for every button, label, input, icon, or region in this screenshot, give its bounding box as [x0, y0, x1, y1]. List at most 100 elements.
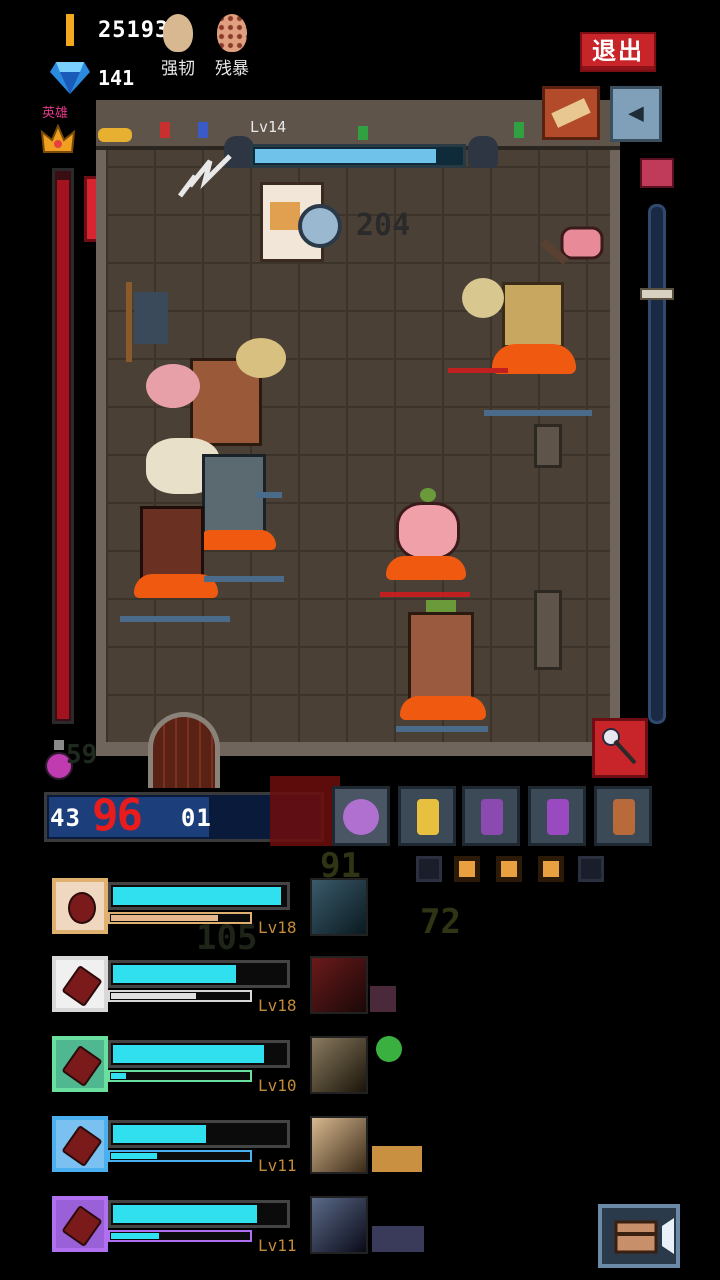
player-damage-text: 96: [92, 790, 143, 841]
enemy-health-bar: [120, 616, 230, 622]
winged-axe-icon: [61, 1124, 103, 1168]
skill-exp-bar: [108, 1150, 252, 1162]
wave-dot-active: [538, 856, 564, 882]
skill-level: Lv10: [258, 1076, 297, 1095]
skill-exp-fill: [111, 915, 219, 921]
skill-charge-fill: [113, 887, 282, 905]
skill-slot[interactable]: [52, 956, 108, 1012]
boss-sprite: [254, 176, 346, 274]
enemy-health-bar: [380, 592, 470, 597]
spotted-egg-icon: [217, 14, 247, 52]
lightning-effect: [170, 146, 240, 216]
sword-icon: [417, 799, 439, 835]
skill-level: Lv11: [258, 1236, 297, 1255]
skill-effect-thumbnail: [310, 1196, 368, 1254]
treasure-chest-icon[interactable]: [640, 158, 674, 188]
potion-count: 59: [66, 740, 98, 770]
exit-button[interactable]: 退出: [580, 32, 656, 72]
skill-charge-fill: [113, 965, 236, 983]
gem-amount: 141: [98, 66, 135, 90]
weapon-slot[interactable]: [462, 786, 520, 846]
hero-label: 英雄: [42, 106, 69, 121]
scroll-button[interactable]: [542, 86, 600, 140]
wave-dot-active: [454, 856, 480, 882]
skill-level: Lv18: [258, 918, 297, 937]
hero-gauge: [52, 168, 74, 724]
key-icon: [98, 128, 132, 142]
skill-slot[interactable]: [52, 878, 108, 934]
skill-slot[interactable]: [52, 1116, 108, 1172]
stone-pillar: [534, 590, 562, 670]
buff-brutal: 残暴: [202, 14, 262, 79]
skill-exp-bar: [108, 1230, 252, 1242]
skill-charge-bar: [108, 1040, 290, 1068]
skill-exp-bar: [108, 1070, 252, 1082]
skill-effect-thumbnail: [310, 956, 368, 1014]
buff-tough: 强韧: [148, 14, 208, 79]
red-gem-icon: [68, 892, 96, 924]
weapon-slot[interactable]: [332, 786, 390, 846]
enemy-brown: [134, 486, 218, 602]
weapon-slot[interactable]: [594, 786, 652, 846]
enemy-pink-blob: [386, 488, 466, 586]
wand-icon: [602, 728, 637, 765]
skill-slot[interactable]: [52, 1196, 108, 1252]
spear-icon: [61, 964, 103, 1008]
floating-damage: 105: [196, 918, 258, 958]
skill-charge-fill: [113, 1125, 206, 1143]
enemy-horned-orc: [462, 258, 582, 384]
boss-damage-text: 204: [356, 208, 411, 243]
dungeon-door: [148, 712, 220, 788]
mini-effect-icon: [376, 1036, 402, 1062]
inventory-chest-button[interactable]: [598, 1204, 680, 1268]
enemy-health-bar: [396, 726, 488, 732]
stacked-egg-icon: [163, 14, 193, 52]
purple-orb-icon: [343, 799, 379, 835]
mini-effect-icon: [372, 1146, 422, 1172]
banner-icon: [358, 126, 368, 140]
enemy-health-bar: [484, 410, 592, 416]
enemy-health-bar: [256, 492, 282, 498]
skill-exp-bar: [108, 912, 252, 924]
skill-level: Lv11: [258, 1156, 297, 1175]
skill-exp-fill: [111, 1073, 126, 1079]
skill-exp-fill: [111, 1153, 157, 1159]
skill-exp-fill: [111, 1233, 160, 1239]
skill-charge-bar: [108, 1120, 290, 1148]
vertical-slider-thumb[interactable]: [640, 288, 674, 300]
player-health-value: 43: [50, 804, 81, 832]
enemy-brown-golem: [400, 600, 486, 724]
boss-health-bar: [250, 144, 466, 168]
enemy-health-bar: [204, 576, 284, 582]
wave-dot-inactive: [416, 856, 442, 882]
buff-label: 残暴: [215, 59, 249, 79]
magic-wand-button[interactable]: [592, 718, 648, 778]
skill-exp-bar: [108, 990, 252, 1002]
skill-charge-fill: [113, 1205, 257, 1223]
skill-slot[interactable]: [52, 1036, 108, 1092]
skill-effect-thumbnail: [310, 1116, 368, 1174]
skill-effect-thumbnail: [310, 878, 368, 936]
wave-dot-active: [496, 856, 522, 882]
wave-dot-inactive: [578, 856, 604, 882]
weapon-slot[interactable]: [398, 786, 456, 846]
weapon-slot[interactable]: [528, 786, 586, 846]
mute-button[interactable]: ◀: [610, 86, 662, 142]
enemy-health-bar: [448, 368, 508, 373]
boss-health-fill: [255, 149, 436, 163]
banner-icon: [160, 122, 170, 138]
mini-effect-icon: [370, 986, 396, 1012]
skill-charge-fill: [113, 1045, 264, 1063]
trident-icon: [61, 1204, 103, 1248]
skull-icon: [468, 136, 498, 168]
scroll-icon: [551, 98, 591, 128]
crossbow-icon: [481, 799, 503, 835]
banner-icon: [198, 122, 208, 138]
vertical-slider[interactable]: [648, 204, 666, 724]
chest-icon: [614, 1218, 674, 1254]
skill-exp-fill: [111, 993, 196, 999]
hit-effect: [270, 776, 340, 846]
crossed-axes-icon: [61, 1044, 103, 1088]
gold-icon: [66, 14, 74, 46]
stone-pillar: [534, 424, 562, 468]
